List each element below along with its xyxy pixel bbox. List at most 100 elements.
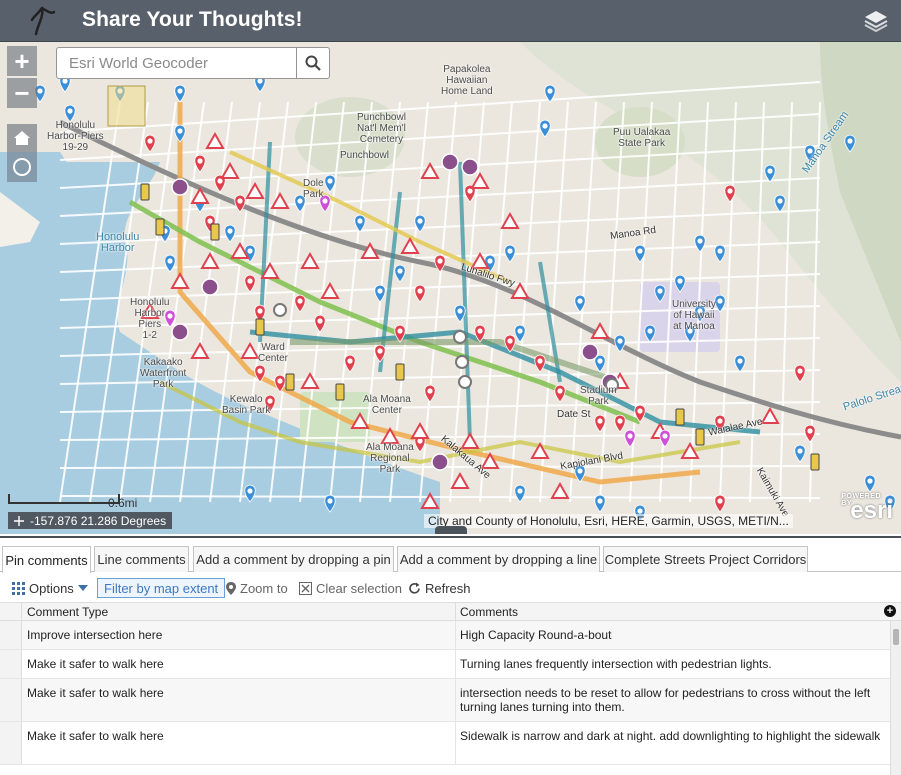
comment-pin-blue-dot [417,218,423,224]
map-label: Honolulu Harbor Piers 1-2 [130,297,170,341]
tab-bar: Pin comments Line comments Add a comment… [0,546,901,573]
zoom-control: + − [7,46,37,108]
grey-marker [455,355,469,369]
clear-selection-button[interactable]: Clear selection [299,578,402,598]
comment-pin-blue-dot [767,168,773,174]
comment-circle-purple [171,323,189,341]
app-logo-icon [30,6,56,36]
table-row[interactable]: Make it safer to walk here Sidewalk is n… [0,722,890,765]
panel-collapse-handle[interactable] [435,526,467,534]
comment-pin-red-dot [717,498,723,504]
grey-marker [453,330,467,344]
comment-pin-blue-dot [737,358,743,364]
comment-pin-blue-dot [327,178,333,184]
scale-label: 0.6mi [108,496,138,510]
comment-pin-blue-dot [67,108,73,114]
row-selector[interactable] [0,679,22,721]
tab-add-pin[interactable]: Add a comment by dropping a pin [193,546,394,572]
row-selector[interactable] [0,722,22,764]
map-view[interactable]: Honolulu Harbor Punchbowl Nat'l Mem'l Cem… [0,42,901,534]
select-all-cell[interactable] [0,603,22,621]
search-button[interactable] [296,48,329,78]
map-label: Punchbowl [340,150,389,161]
zoom-out-button[interactable]: − [7,78,37,108]
add-column-icon[interactable]: + [884,605,896,617]
home-button[interactable] [7,124,37,152]
row-selector[interactable] [0,621,22,649]
comment-circle-purple [431,453,449,471]
map-label: Punchbowl Nat'l Mem'l Cemetery [357,112,406,145]
comment-pin-red-dot [207,218,213,224]
grey-marker [273,303,287,317]
tab-line-comments[interactable]: Line comments [94,546,189,572]
cell-comment: intersection needs to be reset to allow … [460,686,871,714]
comment-circle-purple [441,153,459,171]
comment-pin-blue-dot [227,228,233,234]
home-icon [14,131,30,145]
coordinate-readout[interactable]: -157.876 21.286 Degrees [8,512,173,529]
table-header: Comment Type Comments + [0,602,901,621]
comment-pin-red-dot [297,298,303,304]
comment-pin-blue-dot [507,248,513,254]
map-label: Stadium Park [580,385,617,407]
refresh-button[interactable]: Refresh [408,578,471,598]
comment-pin-blue-dot [62,78,68,84]
table-row[interactable]: Make it safer to walk here Turning lanes… [0,650,890,679]
cell-divider [455,679,456,721]
comment-pin-blue-dot [327,498,333,504]
refresh-label: Refresh [425,580,471,596]
comment-pin-blue-dot [657,288,663,294]
comment-pin-red-dot [717,418,723,424]
tab-project-corridors[interactable]: Complete Streets Project Corridors [603,546,808,572]
scrollbar-thumb[interactable] [893,629,899,645]
row-selector[interactable] [0,650,22,678]
column-header-comment-type[interactable]: Comment Type [27,605,108,619]
search-input[interactable] [57,48,297,78]
comment-pin-red-dot [217,178,223,184]
traffic-light-marker [695,428,705,446]
geocoder-search [56,47,330,79]
comment-pin-red-dot [727,188,733,194]
map-label: Ala Moana Regional Park [366,442,414,475]
map-label: Papakolea Hawaiian Home Land [441,64,493,97]
options-menu[interactable]: Options [12,578,88,598]
comment-pin-magenta-dot [627,433,633,439]
comment-pin-red-dot [247,278,253,284]
cell-comment-type: Make it safer to walk here [27,686,164,700]
comment-pin-red-dot [317,318,323,324]
cell-divider [455,621,456,649]
comment-pin-red-dot [797,368,803,374]
table-toolbar: Options Filter by map extent Zoom to Cle… [0,576,901,600]
table-row[interactable]: Make it safer to walk here intersection … [0,679,890,722]
layers-icon[interactable] [863,9,889,33]
map-label: Dole Park [303,178,324,200]
cell-divider [455,722,456,764]
search-icon [305,55,321,71]
table-row[interactable]: Improve intersection here High Capacity … [0,621,890,650]
filter-by-map-extent-button[interactable]: Filter by map extent [97,578,226,598]
zoom-in-button[interactable]: + [7,46,37,76]
tab-pin-comments[interactable]: Pin comments [2,546,91,573]
comment-pin-red-dot [147,138,153,144]
comment-pin-blue-dot [517,488,523,494]
column-header-comments[interactable]: Comments [460,605,518,619]
comment-pin-red-dot [597,418,603,424]
locate-button[interactable] [7,152,37,182]
attribute-table-panel: Pin comments Line comments Add a comment… [0,536,901,775]
comment-pin-blue-dot [37,88,43,94]
map-label: Honolulu Harbor [96,231,140,254]
comment-pin-blue-dot [487,258,493,264]
comment-pin-red-dot [557,388,563,394]
comment-pin-blue-dot [677,278,683,284]
map-label: Ward Center [258,342,289,364]
cell-comment: Turning lanes frequently intersection wi… [460,657,772,671]
comment-pin-blue-dot [777,198,783,204]
map-pin-icon [226,581,236,595]
app-header: Share Your Thoughts! [0,0,901,42]
map-label: University of Hawaii at Manoa [672,299,716,332]
comment-pin-red-dot [397,328,403,334]
zoom-to-button[interactable]: Zoom to [226,578,288,598]
table-scrollbar[interactable] [890,621,901,775]
tab-add-line[interactable]: Add a comment by dropping a line [397,546,600,572]
coordinate-text: -157.876 21.286 Degrees [30,514,167,528]
